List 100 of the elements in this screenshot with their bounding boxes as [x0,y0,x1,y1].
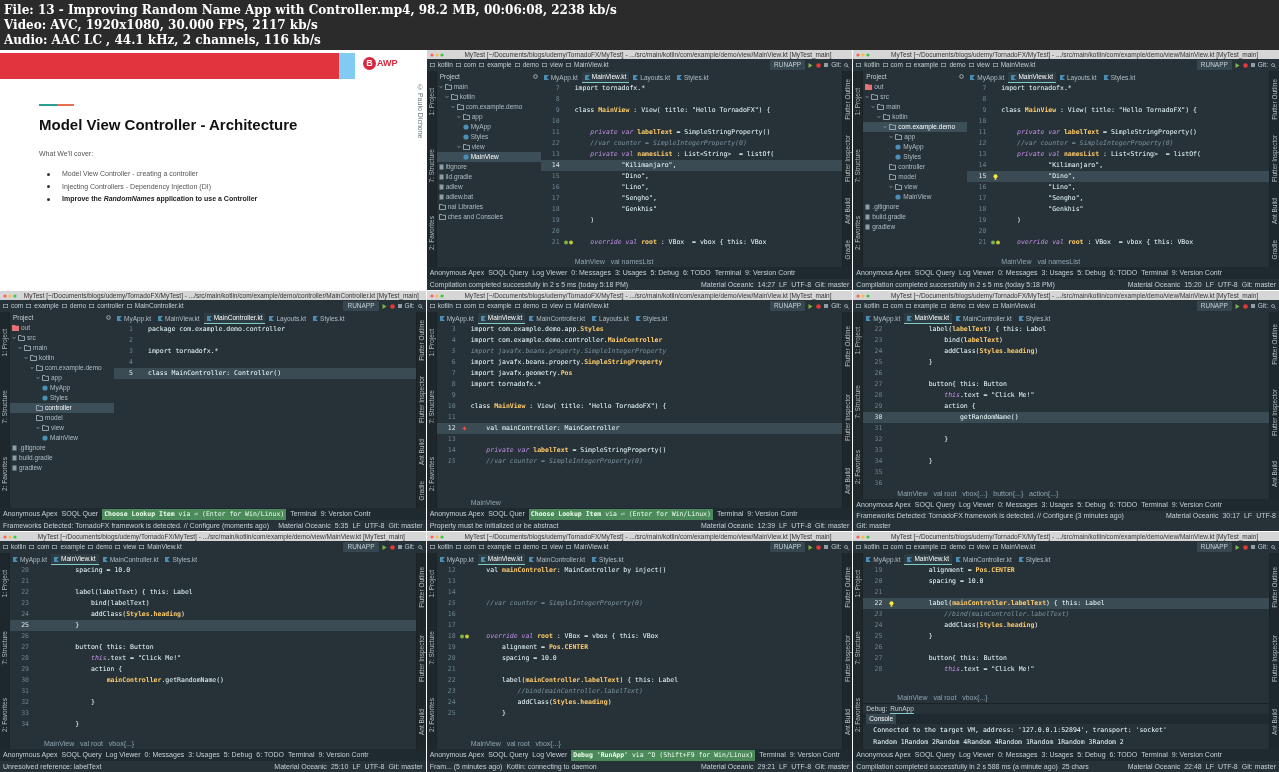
debug-icon[interactable] [1242,544,1248,550]
chevron-icon [456,145,461,149]
folder-icon [541,304,547,308]
stop-icon[interactable] [1250,545,1255,549]
folder-icon [429,304,435,308]
file-info-line: File: 13 - Improving Random Name App with Controller.mp4, 98.2 MB, 00:06:08, 2238 kb/s [4,2,618,18]
folder-icon [882,63,888,67]
stop-icon[interactable] [397,304,402,308]
window-controls-icon[interactable] [856,534,871,539]
bullet-icon [47,172,50,176]
debug-icon[interactable] [1242,62,1248,68]
folder-icon [905,304,911,308]
folder-icon [541,545,547,549]
search-icon[interactable] [1271,544,1276,550]
chevron-icon [889,135,894,139]
debug-icon[interactable] [389,544,395,550]
window-controls-icon[interactable] [429,52,444,57]
debug-icon[interactable] [816,303,822,309]
folder-icon [52,545,58,549]
folder-icon [139,545,145,549]
kotlin-file-icon [439,316,445,321]
folder-icon [429,545,435,549]
run-icon[interactable] [381,303,387,309]
debug-icon[interactable] [816,62,822,68]
folder-icon [566,63,571,67]
window-controls-icon[interactable] [429,534,444,539]
folder-icon [479,63,485,67]
search-icon[interactable] [417,544,423,550]
folder-icon [941,63,947,67]
kotlin-file-icon [13,557,18,562]
window-controls-icon[interactable] [3,293,17,298]
folder-icon [3,304,8,308]
lightbulb-icon[interactable] [992,173,998,180]
kotlin-file-icon [866,316,872,321]
stop-icon[interactable] [1250,304,1255,308]
run-gutter-icon[interactable] [564,240,574,245]
stop-icon[interactable] [824,304,829,308]
search-icon[interactable] [844,544,850,550]
folder-icon [905,545,911,549]
search-icon[interactable] [417,303,423,309]
search-icon[interactable] [844,62,850,68]
stop-icon[interactable] [1250,63,1255,67]
kotlin-file-icon [480,556,486,562]
run-icon[interactable] [1234,62,1240,68]
kotlin-file-icon [165,557,171,562]
folder-icon [566,304,571,308]
kotlin-file-icon [158,316,164,321]
search-icon[interactable] [844,303,850,309]
folder-icon [61,304,67,308]
error-icon [462,426,468,431]
bullet-icon [47,197,50,201]
folder-icon [856,63,862,67]
chevron-icon [456,115,461,119]
folder-icon [968,545,974,549]
chevron-icon [24,356,28,360]
kotlin-file-icon [480,315,486,321]
logo-text: AWP [377,57,398,70]
run-icon[interactable] [1234,544,1240,550]
search-icon[interactable] [1271,62,1276,68]
kotlin-file-icon [206,315,212,321]
run-icon[interactable] [381,544,387,550]
bullet-icon [47,185,50,189]
folder-icon [514,545,520,549]
run-icon[interactable] [808,303,814,309]
search-icon[interactable] [1271,303,1276,309]
folder-icon [968,63,974,67]
folder-icon [514,63,520,67]
run-icon[interactable] [1234,303,1240,309]
folder-icon [992,63,998,67]
folder-icon [479,304,485,308]
kotlin-file-icon [970,75,976,80]
stop-icon[interactable] [397,545,402,549]
run-icon[interactable] [808,544,814,550]
chevron-icon [18,346,22,350]
folder-icon [856,545,862,549]
kotlin-file-icon [313,316,319,321]
run-gutter-icon[interactable] [460,634,470,639]
window-controls-icon[interactable] [429,293,444,298]
folder-icon [126,304,132,308]
folder-icon [115,545,121,549]
chevron-icon [450,105,455,109]
file-info-line: Audio: AAC LC , 44.1 kHz, 2 channels, 116 kb/s [4,32,322,48]
kotlin-file-icon [635,316,641,321]
window-controls-icon[interactable] [856,52,871,57]
folder-icon [3,545,8,549]
run-gutter-icon[interactable] [990,240,1000,245]
kotlin-file-icon [1060,75,1065,80]
run-icon[interactable] [808,62,814,68]
stop-icon[interactable] [824,545,829,549]
lightbulb-icon[interactable] [888,600,894,607]
folder-icon [429,63,435,67]
stop-icon[interactable] [824,63,829,67]
kotlin-file-icon [529,316,535,321]
kotlin-file-icon [439,557,445,562]
debug-icon[interactable] [816,544,822,550]
window-controls-icon[interactable] [3,534,17,539]
debug-icon[interactable] [1242,303,1248,309]
debug-icon[interactable] [389,303,395,309]
folder-icon [905,63,911,67]
window-controls-icon[interactable] [856,293,871,298]
